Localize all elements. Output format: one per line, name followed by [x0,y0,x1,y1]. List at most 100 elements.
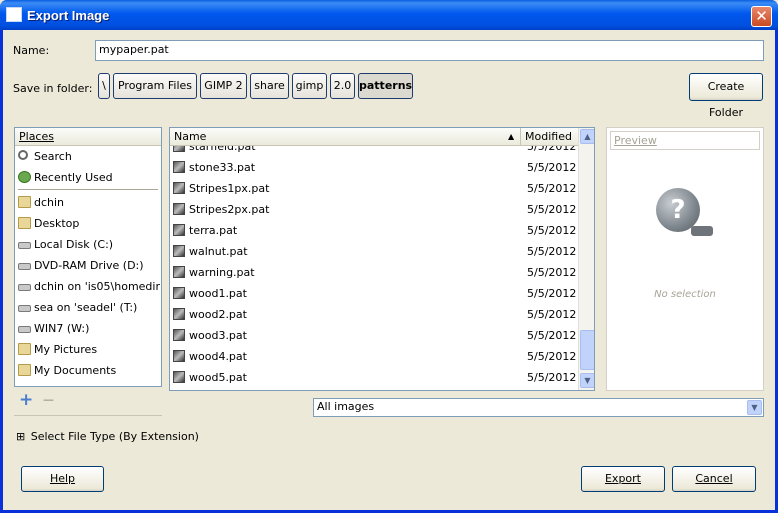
recently-used-icon [18,171,31,183]
file-row[interactable]: warning.pat 5/5/2012 [170,262,578,283]
sort-ascending-icon: ▲ [508,132,515,141]
file-row[interactable]: starfield.pat 5/5/2012 [170,146,578,157]
places-footer-separator [14,415,162,416]
folder-icon [18,343,31,355]
place-my-pictures[interactable]: My Pictures [15,339,160,360]
file-name: wood3.pat [189,329,247,342]
drive-icon [18,242,31,249]
place-local-disk[interactable]: Local Disk (C:) [15,234,160,255]
dvd-drive-icon [18,263,31,270]
place-sea-seadel[interactable]: sea on 'seadel' (T:) [15,297,160,318]
expander-plus-icon: ⊞ [16,430,26,443]
pattern-file-icon [173,182,185,194]
places-panel: Places Search Recently Used dchin Deskto… [14,127,162,387]
file-row[interactable]: walnut.pat 5/5/2012 [170,241,578,262]
file-row[interactable]: wood1.pat 5/5/2012 [170,283,578,304]
network-drive-icon [18,326,31,333]
scroll-down-arrow[interactable]: ▼ [580,373,594,388]
remove-bookmark-button[interactable]: — [43,393,54,407]
file-modified: 5/5/2012 [527,224,577,237]
help-button[interactable]: Help [21,466,104,492]
cancel-button[interactable]: Cancel [672,466,756,492]
title-bar[interactable]: Export Image ✕ [0,0,778,30]
scroll-up-arrow[interactable]: ▲ [580,129,594,144]
file-row[interactable]: wood5.pat 5/5/2012 [170,367,578,388]
export-image-window: Export Image ✕ Name: mypaper.pat Save in… [0,0,778,513]
pattern-file-icon [173,161,185,173]
place-label: Desktop [34,217,80,230]
file-modified: 5/5/2012 [527,329,577,342]
file-row[interactable]: terra.pat 5/5/2012 [170,220,578,241]
file-row[interactable]: wood3.pat 5/5/2012 [170,325,578,346]
network-drive-icon [18,284,31,291]
file-filter-value: All images [317,400,375,413]
pattern-file-icon [173,266,185,278]
place-label: DVD-RAM Drive (D:) [34,259,144,272]
pattern-file-icon [173,329,185,341]
modified-column-header[interactable]: Modified [521,128,579,146]
place-my-documents[interactable]: My Documents [15,360,160,381]
place-label: dchin on 'is05\homedir' ... [34,280,162,293]
preview-panel: Preview ? No selection [606,127,764,391]
file-name: warning.pat [189,266,255,279]
name-column-label: Name [174,130,207,143]
folder-icon [18,196,31,208]
file-row[interactable]: Stripes2px.pat 5/5/2012 [170,199,578,220]
file-modified: 5/5/2012 [527,350,577,363]
scroll-thumb[interactable] [580,330,594,370]
place-win7[interactable]: WIN7 (W:) [15,318,160,339]
name-input[interactable]: mypaper.pat [95,40,764,61]
file-name: wood2.pat [189,308,247,321]
file-modified: 5/5/2012 [527,182,577,195]
pattern-file-icon [173,224,185,236]
file-row[interactable]: stone33.pat 5/5/2012 [170,157,578,178]
file-name: stone33.pat [189,161,256,174]
preview-header[interactable]: Preview [610,131,760,150]
file-modified: 5/5/2012 [527,371,577,384]
places-header[interactable]: Places [15,128,161,146]
window-icon [6,7,22,22]
export-button[interactable]: Export [581,466,665,492]
add-bookmark-button[interactable]: + [19,392,33,409]
place-label: My Pictures [34,343,98,356]
pattern-file-icon [173,146,185,152]
dialog-body: Name: mypaper.pat Save in folder: \ Prog… [3,30,775,510]
file-row[interactable]: Stripes1px.pat 5/5/2012 [170,178,578,199]
place-dchin-network[interactable]: dchin on 'is05\homedir' ... [15,276,162,297]
place-dvd-ram-drive[interactable]: DVD-RAM Drive (D:) [15,255,160,276]
path-button-program-files[interactable]: Program Files [113,73,197,99]
path-button-gimp[interactable]: gimp [292,73,327,99]
file-modified: 5/5/2012 [527,203,577,216]
place-label: dchin [34,196,65,209]
file-name: terra.pat [189,224,238,237]
name-column-header[interactable]: Name ▲ [170,128,521,146]
select-file-type-expander[interactable]: ⊞ Select File Type (By Extension) [16,430,199,444]
place-label: Search [34,150,72,163]
dropdown-arrow-icon[interactable]: ▼ [747,400,762,415]
place-recently-used[interactable]: Recently Used [15,167,160,188]
path-button-root[interactable]: \ [98,73,110,99]
file-row[interactable]: wood2.pat 5/5/2012 [170,304,578,325]
file-name: wood1.pat [189,287,247,300]
path-button-patterns[interactable]: patterns [358,73,413,99]
path-button-gimp-2[interactable]: GIMP 2 [200,73,247,99]
file-name: wood4.pat [189,350,247,363]
file-list-scrollbar[interactable]: ▲ ▼ [578,128,594,390]
name-label: Name: [13,44,50,57]
place-search[interactable]: Search [15,146,160,167]
create-folder-button[interactable]: Create Folder [689,73,763,119]
file-modified: 5/5/2012 [527,161,577,174]
file-name: walnut.pat [189,245,248,258]
close-button[interactable]: ✕ [751,6,772,27]
place-dchin[interactable]: dchin [15,192,160,213]
place-desktop[interactable]: Desktop [15,213,160,234]
place-label: sea on 'seadel' (T:) [34,301,138,314]
network-drive-icon [18,305,31,312]
path-button-2-0[interactable]: 2.0 [330,73,355,99]
pattern-file-icon [173,350,185,362]
path-button-share[interactable]: share [250,73,289,99]
file-name: Stripes2px.pat [189,203,270,216]
file-filter-select[interactable]: All images ▼ [313,398,764,417]
file-list: Name ▲ Modified starfield.pat 5/5/2012 s… [169,127,595,391]
file-row[interactable]: wood4.pat 5/5/2012 [170,346,578,367]
